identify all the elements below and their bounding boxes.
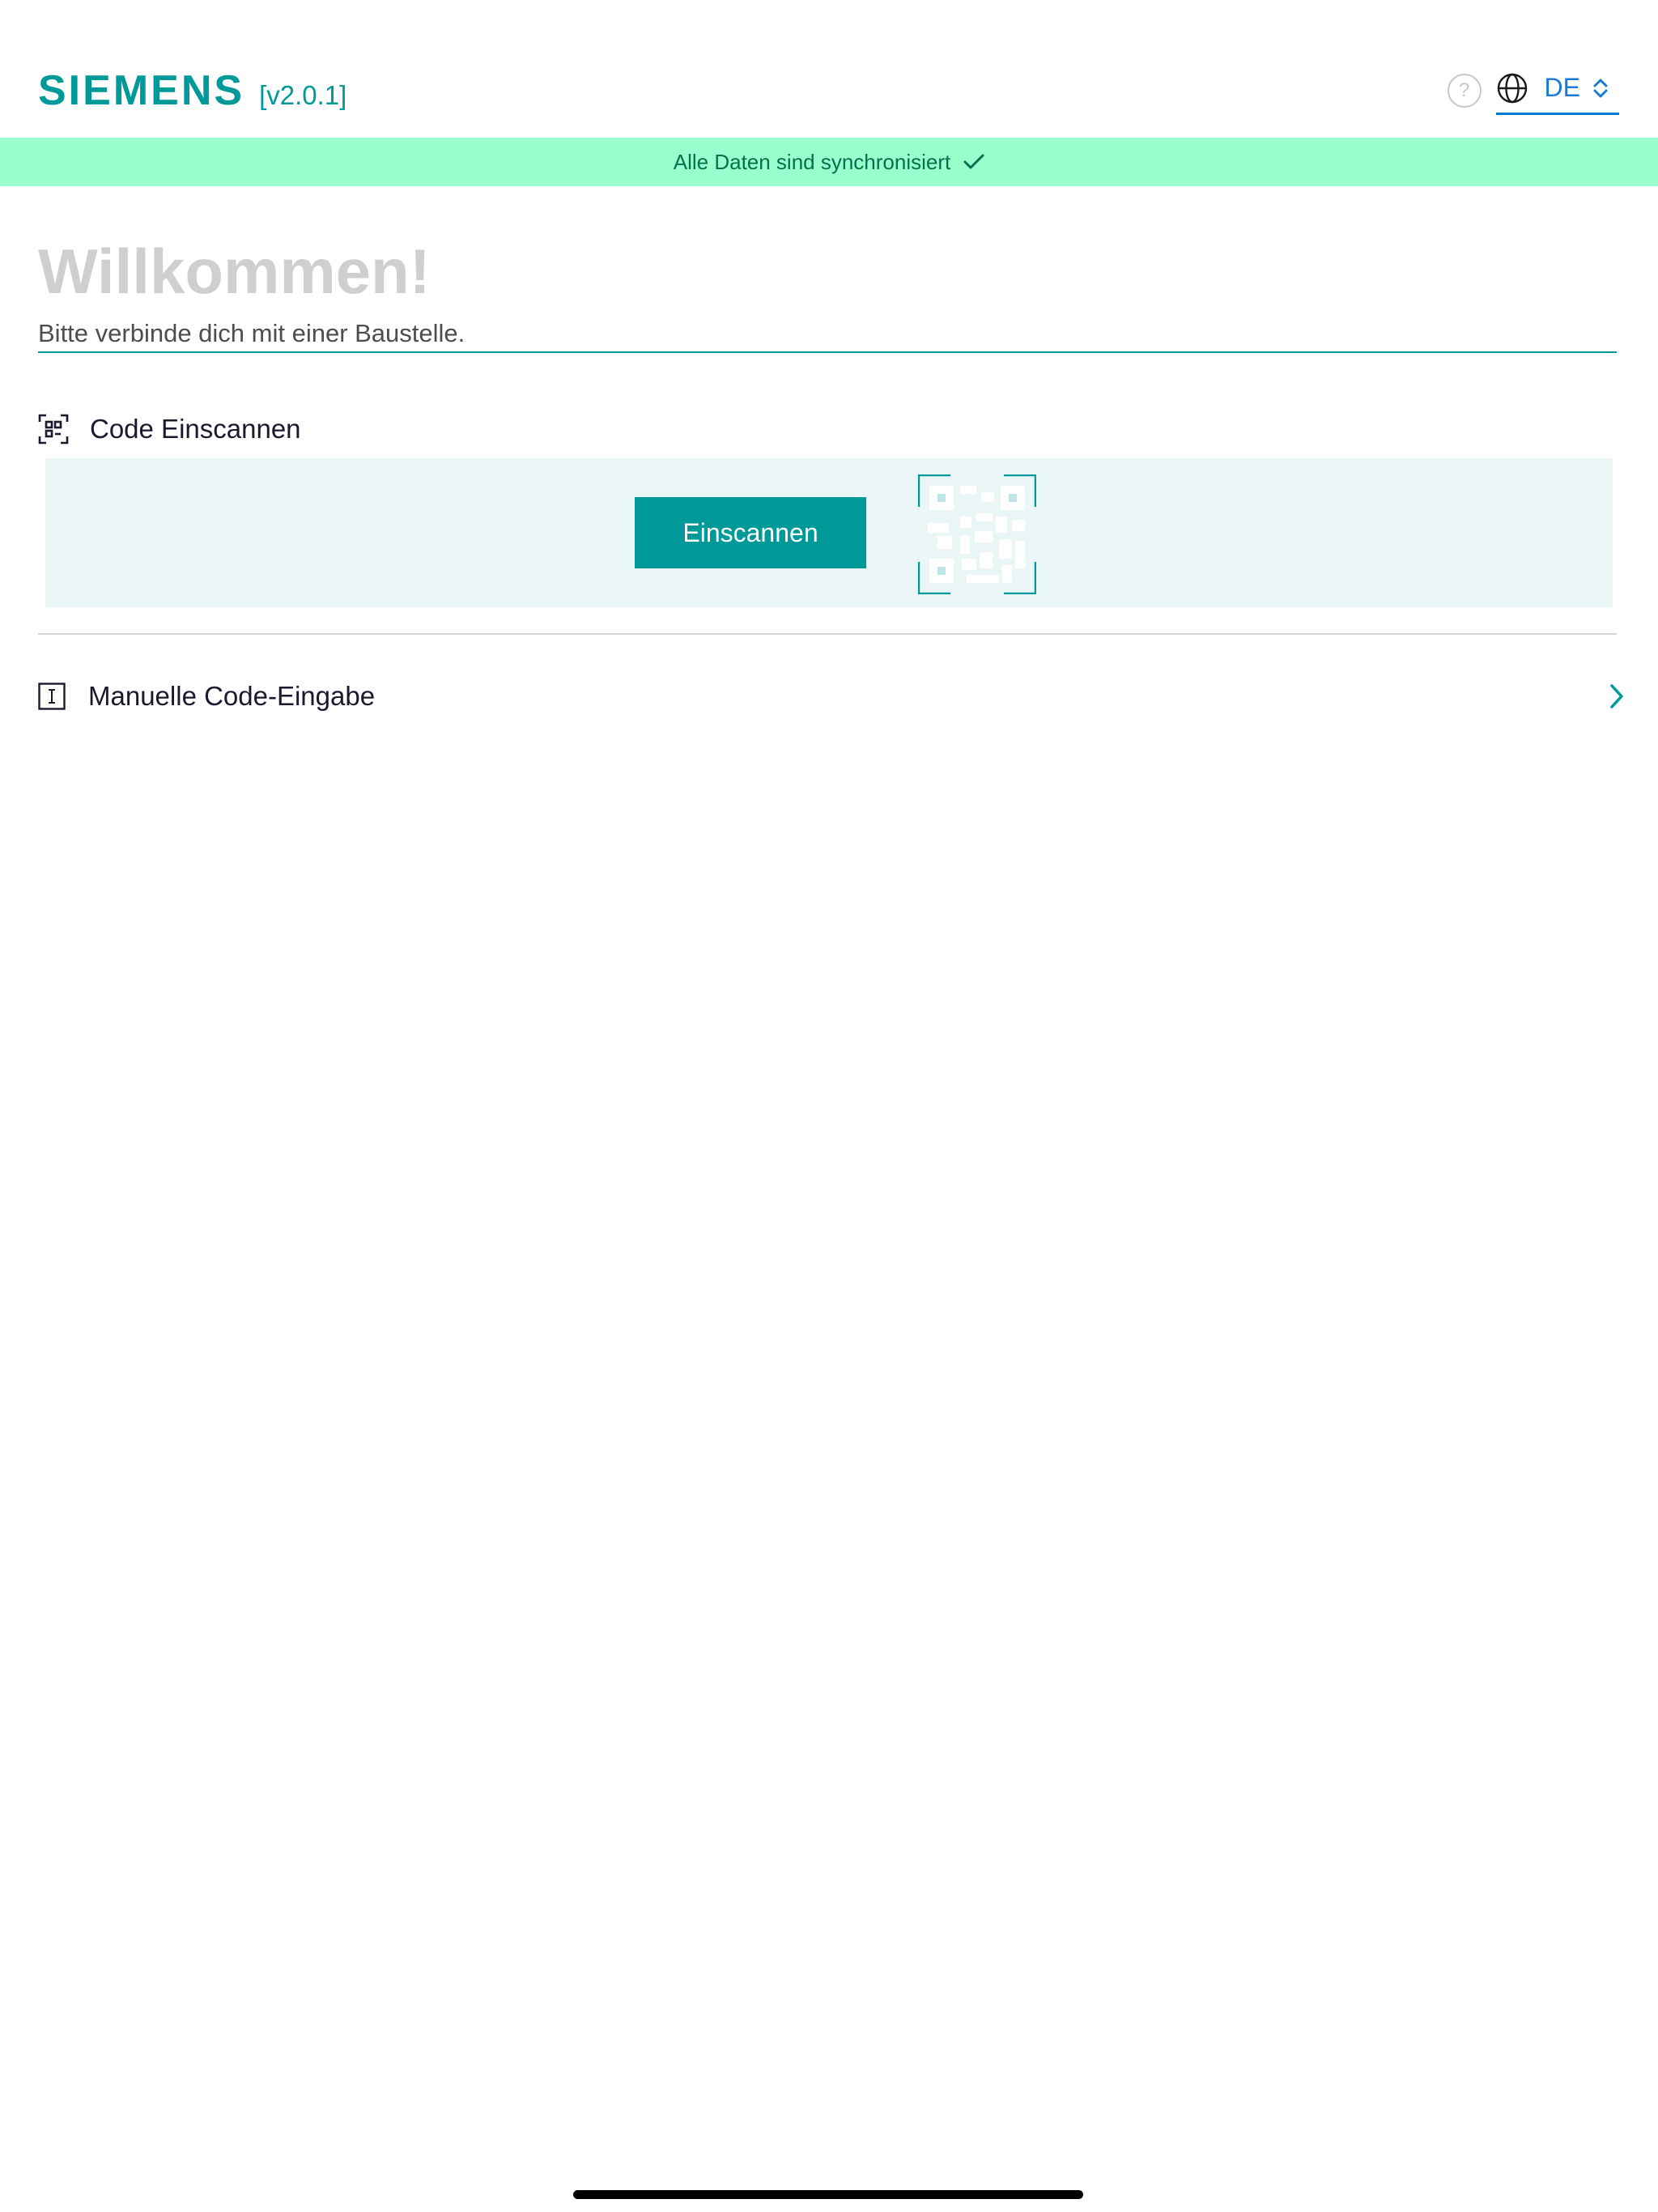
section-divider bbox=[38, 633, 1617, 635]
text-cursor-icon bbox=[38, 683, 66, 710]
scan-button[interactable]: Einscannen bbox=[635, 497, 866, 568]
sync-status-banner: Alle Daten sind synchronisiert bbox=[0, 138, 1658, 186]
home-indicator[interactable] bbox=[573, 2190, 1083, 2199]
check-icon bbox=[963, 154, 984, 169]
app-screen: SIEMENS [v2.0.1] ? DE Alle Daten sind sy… bbox=[0, 0, 1658, 2212]
app-version: [v2.0.1] bbox=[259, 80, 347, 110]
scan-panel: Einscannen bbox=[45, 458, 1613, 607]
header-actions: ? DE bbox=[1447, 67, 1619, 115]
chevron-right-icon[interactable] bbox=[1609, 683, 1625, 709]
sync-status-text: Alle Daten sind synchronisiert bbox=[673, 149, 951, 174]
manual-code-entry-row[interactable]: Manuelle Code-Eingabe bbox=[38, 674, 1625, 719]
help-icon[interactable]: ? bbox=[1447, 74, 1482, 108]
manual-code-entry-label: Manuelle Code-Eingabe bbox=[88, 681, 376, 711]
app-header: SIEMENS [v2.0.1] ? DE bbox=[0, 0, 1658, 138]
brand: SIEMENS [v2.0.1] bbox=[38, 66, 346, 120]
chevron-updown-icon bbox=[1593, 79, 1608, 97]
scan-section-label: Code Einscannen bbox=[90, 414, 301, 444]
page-title: Willkommen! bbox=[38, 236, 431, 307]
siemens-logo: SIEMENS bbox=[38, 67, 245, 114]
qr-scan-icon bbox=[38, 414, 69, 445]
qr-code-icon bbox=[918, 474, 1036, 594]
scan-section-header: Code Einscannen bbox=[38, 409, 301, 449]
language-select[interactable]: DE bbox=[1495, 67, 1619, 115]
language-value: DE bbox=[1544, 73, 1580, 102]
globe-icon bbox=[1497, 73, 1527, 103]
page-subtitle: Bitte verbinde dich mit einer Baustelle. bbox=[38, 317, 1617, 353]
